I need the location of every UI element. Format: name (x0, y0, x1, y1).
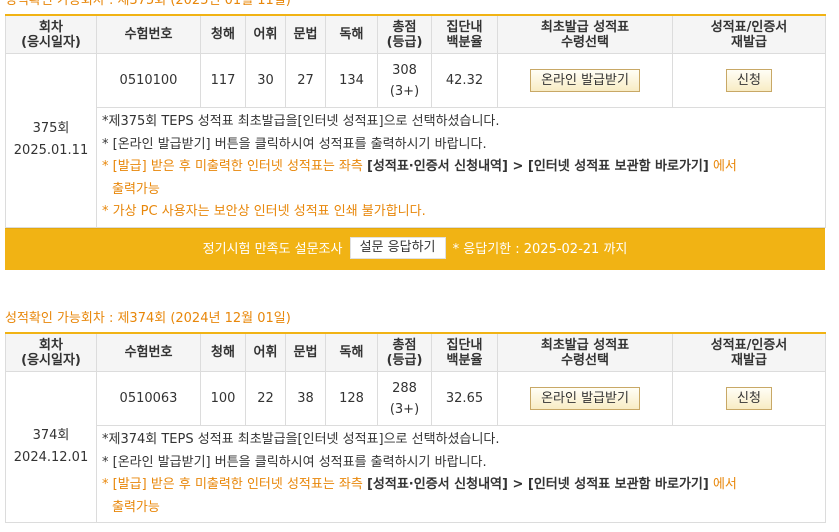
note-line-notice: * [발급] 받은 후 미출력한 인터넷 성적표는 좌측 [성적표·인증서 신청… (102, 159, 737, 174)
listening-score: 117 (200, 53, 246, 108)
round-number: 374회 (32, 428, 70, 443)
col-total: 총점 (등급) (377, 332, 432, 372)
grammar-score: 38 (285, 371, 326, 426)
apply-button[interactable]: 신청 (726, 387, 772, 410)
note-line: *제375회 TEPS 성적표 최초발급을[인터넷 성적표]으로 선택하셨습니다… (102, 114, 500, 129)
reissue-cell: 신청 (672, 371, 826, 426)
exam-date: 2025.01.11 (13, 143, 89, 159)
grade: (3+) (389, 83, 420, 99)
col-reading: 독해 (325, 332, 378, 372)
note-line-notice-cont: 출력가능 (112, 499, 160, 515)
col-round: 회차 (응시일자) (5, 332, 97, 372)
survey-bar: 정기시험 만족도 설문조사 설문 응답하기 * 응답기한 : 2025-02-2… (5, 227, 825, 270)
grammar-score: 27 (285, 53, 326, 108)
application-history-link[interactable]: [성적표·인증서 신청내역] (367, 159, 508, 174)
round-number: 375회 (32, 121, 70, 137)
score-section-374: 성적확인 가능회차 : 제374회 (2024년 12월 01일) 회차 (응시일… (5, 305, 826, 523)
col-reissue: 성적표/인증서 재발급 (672, 332, 826, 372)
col-percentile: 집단내 백분율 (431, 332, 498, 372)
col-percentile: 집단내 백분율 (431, 14, 498, 54)
table-header-row: 회차 (응시일자) 수험번호 청해 어휘 문법 독해 총점 (등급) 집단내 백분율 … (5, 332, 826, 372)
application-history-link[interactable]: [성적표·인증서 신청내역] (367, 477, 508, 492)
apply-button[interactable]: 신청 (726, 69, 772, 92)
col-round: 회차 (응시일자) (5, 14, 97, 54)
reading-score: 134 (325, 53, 378, 108)
col-vocab: 어휘 (245, 14, 286, 54)
section-title: 성적확인 가능회차 : 제375회 (2025년 01월 11일) (5, 0, 291, 8)
col-listening: 청해 (200, 332, 246, 372)
exam-number: 0510100 (96, 53, 201, 108)
percentile-value: 42.32 (431, 53, 498, 108)
note-line: *제374회 TEPS 성적표 최초발급을[인터넷 성적표]으로 선택하셨습니다… (102, 432, 500, 447)
col-grammar: 문법 (285, 332, 326, 372)
table-header-row: 회차 (응시일자) 수험번호 청해 어휘 문법 독해 총점 (등급) 집단내 백분율 … (5, 14, 826, 54)
reading-score: 128 (325, 371, 378, 426)
first-issue-cell: 온라인 발급받기 (497, 371, 673, 426)
first-issue-cell: 온라인 발급받기 (497, 53, 673, 108)
online-issue-button[interactable]: 온라인 발급받기 (530, 69, 640, 92)
exam-number: 0510063 (96, 371, 201, 426)
total-score: 308 (3+) (377, 53, 432, 108)
col-reissue: 성적표/인증서 재발급 (672, 14, 826, 54)
score-table: 회차 (응시일자) 수험번호 청해 어휘 문법 독해 총점 (등급) 집단내 백분율 … (5, 14, 826, 228)
notes-row: *제375회 TEPS 성적표 최초발급을[인터넷 성적표]으로 선택하셨습니다… (6, 107, 826, 228)
note-line-notice-cont: 출력가능 (112, 181, 160, 197)
internet-score-storage-link[interactable]: [인터넷 성적표 보관함 바로가기] (528, 477, 709, 492)
col-vocab: 어휘 (245, 332, 286, 372)
survey-deadline: * 응답기한 : 2025-02-21 까지 (452, 241, 628, 257)
percentile-value: 32.65 (431, 371, 498, 426)
internet-score-storage-link[interactable]: [인터넷 성적표 보관함 바로가기] (528, 159, 709, 174)
listening-score: 100 (200, 371, 246, 426)
col-reading: 독해 (325, 14, 378, 54)
vocab-score: 30 (245, 53, 286, 108)
note-line-notice: * [발급] 받은 후 미출력한 인터넷 성적표는 좌측 [성적표·인증서 신청… (102, 477, 737, 492)
col-first-issue: 최초발급 성적표 수령선택 (497, 332, 673, 372)
note-line-virtual-pc: * 가상 PC 사용자는 보안상 인터넷 성적표 인쇄 불가합니다. (102, 204, 426, 219)
total-score: 288 (3+) (377, 371, 432, 426)
table-row: 375회 2025.01.11 0510100 117 30 27 134 30… (5, 53, 826, 228)
online-issue-button[interactable]: 온라인 발급받기 (530, 387, 640, 410)
table-row: 374회 2024.12.01 0510063 100 22 38 128 28… (5, 371, 826, 523)
notes-row: *제374회 TEPS 성적표 최초발급을[인터넷 성적표]으로 선택하셨습니다… (6, 425, 826, 523)
grade: (3+) (389, 401, 420, 417)
notes-cell: *제374회 TEPS 성적표 최초발급을[인터넷 성적표]으로 선택하셨습니다… (96, 425, 826, 523)
section-title: 성적확인 가능회차 : 제374회 (2024년 12월 01일) (5, 311, 291, 326)
reissue-cell: 신청 (672, 53, 826, 108)
vocab-score: 22 (245, 371, 286, 426)
exam-date: 2024.12.01 (13, 450, 89, 465)
round-cell: 374회 2024.12.01 (5, 371, 97, 523)
notes-cell: *제375회 TEPS 성적표 최초발급을[인터넷 성적표]으로 선택하셨습니다… (96, 107, 826, 228)
col-exam-no: 수험번호 (96, 14, 201, 54)
survey-label: 정기시험 만족도 설문조사 (202, 241, 343, 257)
col-total: 총점 (등급) (377, 14, 432, 54)
round-cell: 375회 2025.01.11 (5, 53, 97, 228)
survey-answer-button[interactable]: 설문 응답하기 (349, 237, 446, 259)
col-first-issue: 최초발급 성적표 수령선택 (497, 14, 673, 54)
col-grammar: 문법 (285, 14, 326, 54)
col-exam-no: 수험번호 (96, 332, 201, 372)
score-table: 회차 (응시일자) 수험번호 청해 어휘 문법 독해 총점 (등급) 집단내 백분율 … (5, 332, 826, 523)
note-line: * [온라인 발급받기] 버튼을 클릭하시여 성적표를 출력하시기 바랍니다. (102, 136, 487, 152)
note-line: * [온라인 발급받기] 버튼을 클릭하시여 성적표를 출력하시기 바랍니다. (102, 454, 487, 470)
col-listening: 청해 (200, 14, 246, 54)
score-section-375: 성적확인 가능회차 : 제375회 (2025년 01월 11일) 회차 (응시일… (5, 0, 826, 270)
